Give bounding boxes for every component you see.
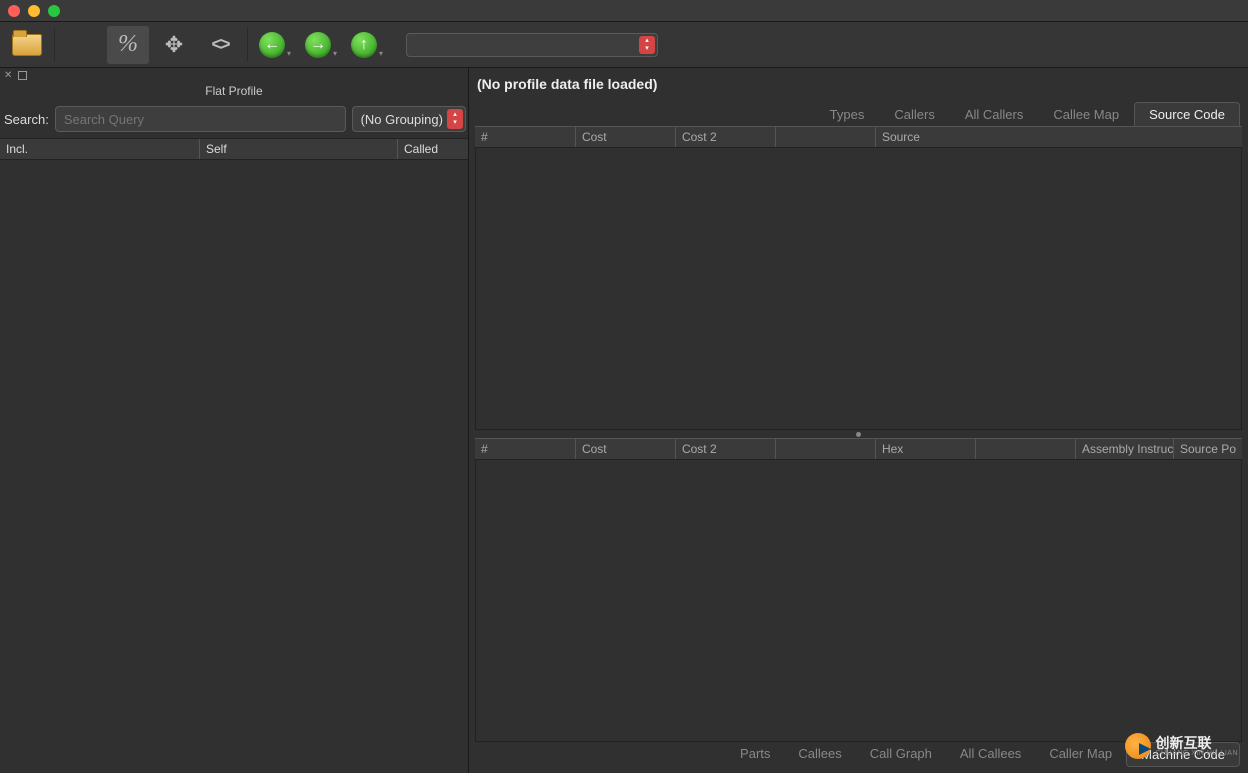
column-incl[interactable]: Incl. bbox=[0, 139, 200, 159]
column-num[interactable]: # bbox=[475, 439, 575, 459]
combo-stepper-icon[interactable]: ▴▾ bbox=[447, 109, 463, 129]
arrow-up-icon: ↑ bbox=[360, 36, 368, 54]
flat-profile-body[interactable] bbox=[0, 160, 468, 773]
window-titlebar bbox=[0, 0, 1248, 22]
arrow-left-icon: ← bbox=[264, 36, 280, 54]
column-blank[interactable] bbox=[775, 127, 875, 147]
toolbar-separator bbox=[54, 28, 55, 62]
window-controls bbox=[8, 5, 60, 17]
column-asm[interactable]: Assembly Instruct bbox=[1075, 439, 1173, 459]
close-window-button[interactable] bbox=[8, 5, 20, 17]
tab-callers[interactable]: Callers bbox=[879, 102, 949, 126]
right-pane: (No profile data file loaded) Types Call… bbox=[469, 68, 1248, 773]
split-handle[interactable] bbox=[469, 430, 1248, 438]
tab-source-code[interactable]: Source Code bbox=[1134, 102, 1240, 126]
tab-machine-code[interactable]: Machine Code bbox=[1126, 742, 1240, 767]
main-area: ✕ Flat Profile Search: (No Grouping) ▴▾ … bbox=[0, 68, 1248, 773]
nav-back-button[interactable]: ← ▾ bbox=[254, 26, 296, 64]
column-srcpos[interactable]: Source Po bbox=[1173, 439, 1242, 459]
cycle-detection-button[interactable]: <> bbox=[199, 26, 241, 64]
top-tab-strip: Types Callers All Callers Callee Map Sou… bbox=[469, 102, 1248, 126]
grip-icon bbox=[856, 432, 861, 437]
percent-icon: % bbox=[118, 31, 138, 58]
main-toolbar: % ✥ <> ← ▾ → ▾ ↑ ▾ ▴▾ bbox=[0, 22, 1248, 68]
minimize-window-button[interactable] bbox=[28, 5, 40, 17]
grouping-value: (No Grouping) bbox=[361, 112, 443, 127]
tab-types[interactable]: Types bbox=[815, 102, 880, 126]
chevron-down-icon[interactable]: ▾ bbox=[333, 49, 337, 58]
tab-all-callees[interactable]: All Callees bbox=[946, 742, 1035, 767]
close-pane-button[interactable]: ✕ bbox=[4, 70, 12, 81]
pane-handle: ✕ bbox=[0, 68, 468, 82]
assembly-body[interactable] bbox=[475, 460, 1242, 742]
code-icon: <> bbox=[211, 34, 228, 55]
move-button[interactable]: ✥ bbox=[153, 26, 195, 64]
tab-all-callers[interactable]: All Callers bbox=[950, 102, 1039, 126]
assembly-header: # Cost Cost 2 Hex Assembly Instruct Sour… bbox=[475, 438, 1242, 460]
function-combo[interactable]: ▴▾ bbox=[406, 33, 658, 57]
column-blank2[interactable] bbox=[975, 439, 1075, 459]
reload-button[interactable] bbox=[61, 26, 103, 64]
tab-parts[interactable]: Parts bbox=[726, 742, 784, 767]
arrow-right-icon: → bbox=[310, 36, 326, 54]
bottom-tab-strip: Parts Callees Call Graph All Callees Cal… bbox=[469, 742, 1248, 773]
column-self[interactable]: Self bbox=[200, 139, 398, 159]
profile-status-label: (No profile data file loaded) bbox=[469, 68, 1248, 102]
pane-title: Flat Profile bbox=[0, 82, 468, 104]
tab-caller-map[interactable]: Caller Map bbox=[1035, 742, 1126, 767]
tab-callee-map[interactable]: Callee Map bbox=[1038, 102, 1134, 126]
column-source[interactable]: Source bbox=[875, 127, 1242, 147]
search-input[interactable] bbox=[55, 106, 346, 132]
tab-call-graph[interactable]: Call Graph bbox=[856, 742, 946, 767]
column-cost[interactable]: Cost bbox=[575, 127, 675, 147]
search-label: Search: bbox=[2, 112, 49, 127]
zoom-window-button[interactable] bbox=[48, 5, 60, 17]
tab-callees[interactable]: Callees bbox=[784, 742, 855, 767]
percent-toggle-button[interactable]: % bbox=[107, 26, 149, 64]
float-pane-button[interactable] bbox=[18, 71, 27, 80]
nav-forward-button[interactable]: → ▾ bbox=[300, 26, 342, 64]
chevron-down-icon[interactable]: ▾ bbox=[287, 49, 291, 58]
search-row: Search: (No Grouping) ▴▾ bbox=[0, 104, 468, 138]
flat-profile-pane: ✕ Flat Profile Search: (No Grouping) ▴▾ … bbox=[0, 68, 469, 773]
nav-up-button[interactable]: ↑ ▾ bbox=[346, 26, 388, 64]
source-body[interactable] bbox=[475, 148, 1242, 430]
chevron-down-icon[interactable]: ▾ bbox=[379, 49, 383, 58]
column-num[interactable]: # bbox=[475, 127, 575, 147]
open-file-button[interactable] bbox=[6, 26, 48, 64]
toolbar-separator bbox=[247, 28, 248, 62]
column-blank[interactable] bbox=[775, 439, 875, 459]
flat-profile-header: Incl. Self Called bbox=[0, 138, 468, 160]
grouping-combo[interactable]: (No Grouping) ▴▾ bbox=[352, 106, 466, 132]
column-called[interactable]: Called bbox=[398, 139, 468, 159]
column-cost[interactable]: Cost bbox=[575, 439, 675, 459]
column-hex[interactable]: Hex bbox=[875, 439, 975, 459]
source-header: # Cost Cost 2 Source bbox=[475, 126, 1242, 148]
folder-icon bbox=[12, 34, 42, 56]
move-icon: ✥ bbox=[165, 32, 183, 58]
column-cost2[interactable]: Cost 2 bbox=[675, 439, 775, 459]
combo-stepper-icon[interactable]: ▴▾ bbox=[639, 36, 655, 54]
column-cost2[interactable]: Cost 2 bbox=[675, 127, 775, 147]
